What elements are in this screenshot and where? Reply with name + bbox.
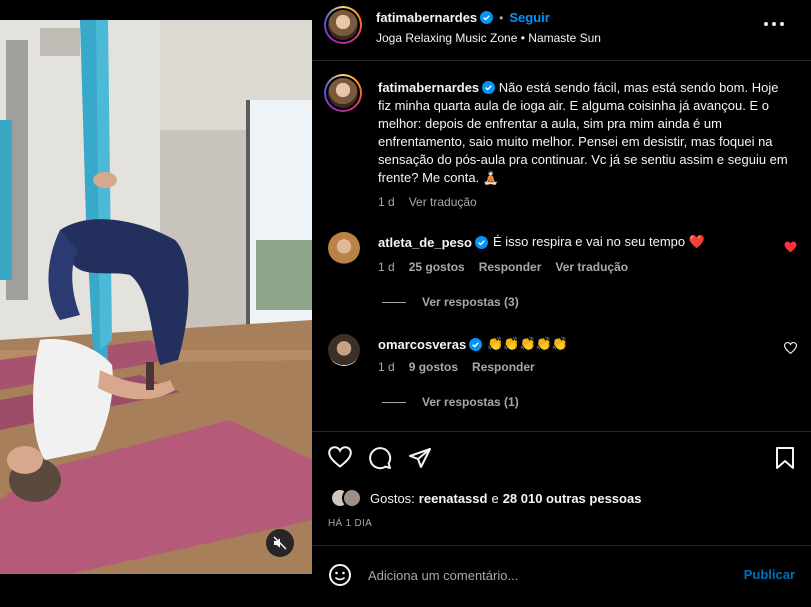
likes-connector: e — [491, 491, 499, 506]
commenter-username[interactable]: omarcosveras — [378, 337, 466, 352]
commenter-username[interactable]: atleta_de_peso — [378, 235, 472, 250]
reply-line — [382, 401, 406, 403]
follow-button[interactable]: Seguir — [509, 10, 549, 25]
caption-author-avatar[interactable] — [324, 74, 362, 112]
reply-line — [382, 301, 406, 303]
aerial-yoga-photo — [0, 20, 312, 574]
audio-track-link[interactable]: Joga Relaxing Music Zone • Namaste Sun — [376, 31, 601, 45]
comment-time[interactable]: 1 d — [378, 360, 395, 374]
liker-username[interactable]: reenatassd — [419, 491, 488, 506]
commenter-avatar[interactable] — [328, 334, 360, 366]
post-photo[interactable] — [0, 20, 312, 574]
heart-icon — [328, 446, 352, 468]
comment-text: É isso respira e vai no seu tempo ❤️ — [492, 234, 705, 249]
view-replies-button[interactable]: Ver respostas (1) — [422, 395, 519, 409]
author-avatar[interactable] — [324, 6, 362, 44]
heart-outline-icon — [783, 342, 798, 355]
bookmark-icon — [776, 447, 794, 469]
post-timestamp[interactable]: HÁ 1 DIA — [328, 518, 372, 529]
likes-label: Gostos: — [370, 491, 415, 506]
caption-meta: 1 d Ver tradução — [378, 195, 477, 209]
comment-like-button[interactable] — [784, 241, 797, 256]
caption-time[interactable]: 1 d — [378, 195, 395, 209]
comment-meta: 1 d 25 gostos Responder Ver tradução — [378, 260, 628, 274]
save-button[interactable] — [774, 446, 796, 473]
caption-author-username[interactable]: fatimabernardes — [378, 80, 479, 95]
comment-likes-count[interactable]: 25 gostos — [409, 260, 465, 274]
likes-summary: Gostos: reenatassd e 28 010 outras pesso… — [370, 491, 641, 506]
comment-box-divider — [312, 545, 811, 546]
post-header: fatimabernardes • Seguir — [376, 10, 550, 25]
caption-translate-button[interactable]: Ver tradução — [409, 195, 477, 209]
translate-button[interactable]: Ver tradução — [555, 260, 628, 274]
share-icon — [409, 448, 431, 468]
view-replies[interactable]: Ver respostas (1) — [382, 395, 519, 409]
header-divider — [312, 60, 811, 61]
comment-time[interactable]: 1 d — [378, 260, 395, 274]
like-button[interactable] — [328, 446, 352, 471]
post-details-panel: fatimabernardes • Seguir Joga Relaxing M… — [312, 0, 811, 607]
verified-icon — [480, 11, 494, 24]
view-replies[interactable]: Ver respostas (3) — [382, 295, 519, 309]
liker-avatar[interactable] — [342, 488, 362, 508]
emoji-button[interactable] — [328, 563, 352, 590]
share-button[interactable] — [408, 446, 432, 473]
mute-icon — [273, 536, 287, 550]
comment-icon — [369, 447, 392, 470]
emoji-icon — [329, 564, 351, 586]
comment-likes-count[interactable]: 9 gostos — [409, 360, 458, 374]
comment-body: atleta_de_peso É isso respira e vai no s… — [378, 234, 705, 250]
reply-button[interactable]: Responder — [472, 360, 535, 374]
comment-like-button[interactable] — [783, 342, 798, 357]
comment-text: 👏👏👏👏👏 — [487, 336, 569, 351]
comment-body: omarcosveras 👏👏👏👏👏 — [378, 336, 568, 352]
caption: fatimabernardes Não está sendo fácil, ma… — [378, 79, 793, 187]
view-replies-button[interactable]: Ver respostas (3) — [422, 295, 519, 309]
commenter-avatar[interactable] — [328, 232, 360, 264]
separator-dot: • — [499, 10, 504, 25]
caption-text: Não está sendo fácil, mas está sendo bom… — [378, 80, 788, 185]
verified-icon — [482, 81, 496, 94]
mute-toggle-button[interactable] — [266, 529, 294, 557]
publish-button[interactable]: Publicar — [744, 567, 795, 582]
actions-divider — [312, 431, 811, 432]
comment-button[interactable] — [368, 446, 392, 473]
comment-input[interactable] — [368, 565, 728, 585]
verified-icon — [474, 235, 488, 249]
more-options-button[interactable] — [762, 14, 786, 37]
author-username[interactable]: fatimabernardes — [376, 10, 477, 25]
likes-others-button[interactable]: 28 010 outras pessoas — [503, 491, 642, 506]
verified-icon — [469, 337, 483, 351]
reply-button[interactable]: Responder — [479, 260, 542, 274]
more-options-icon — [764, 22, 784, 26]
post-media[interactable] — [0, 0, 312, 607]
comment-meta: 1 d 9 gostos Responder — [378, 360, 535, 374]
heart-icon — [784, 241, 797, 253]
